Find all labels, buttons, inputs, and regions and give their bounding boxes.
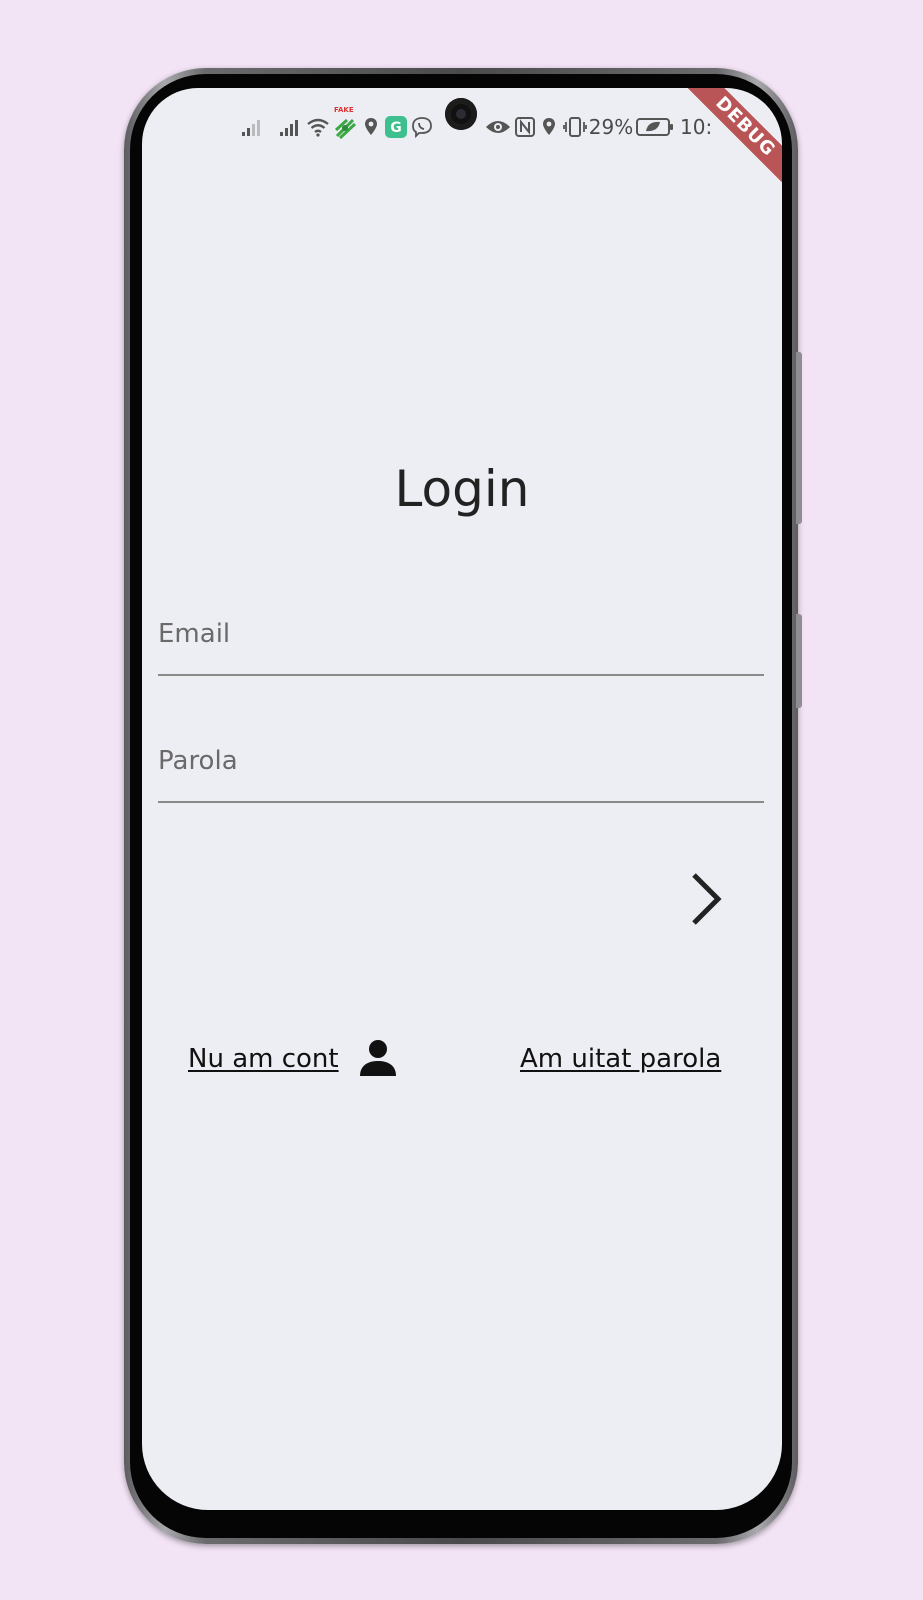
signal-weak-icon <box>240 114 264 140</box>
power-button <box>796 614 802 708</box>
vibrate-icon <box>562 114 588 140</box>
location-icon <box>361 114 381 140</box>
location-icon <box>539 114 559 140</box>
fake-label: FAKE <box>334 106 354 114</box>
grammarly-icon: G <box>384 114 408 140</box>
eye-icon <box>484 114 512 140</box>
svg-text:G: G <box>390 120 402 136</box>
page-title: Login <box>394 460 530 518</box>
submit-login-button[interactable] <box>678 864 734 934</box>
chevron-right-icon <box>692 873 722 925</box>
password-input[interactable] <box>158 741 764 781</box>
phone-screen: FAKE G 29% 10: DEBUG Login Email Nu am c… <box>142 88 782 1510</box>
battery-percent: 29% <box>588 115 634 139</box>
nfc-icon <box>514 114 536 140</box>
viber-icon <box>410 114 434 140</box>
status-time: 10: <box>680 115 713 139</box>
password-field[interactable] <box>158 731 764 803</box>
volume-button <box>796 352 802 524</box>
email-input[interactable] <box>158 614 764 654</box>
no-account-link[interactable]: Nu am cont <box>188 1044 339 1074</box>
signal-icon <box>278 114 302 140</box>
person-icon[interactable] <box>358 1038 398 1078</box>
wifi-icon <box>305 114 331 140</box>
email-field[interactable] <box>158 604 764 676</box>
front-camera <box>445 98 477 130</box>
battery-saver-icon <box>635 114 675 140</box>
forgot-password-link[interactable]: Am uitat parola <box>520 1044 721 1074</box>
fake-gps-icon: FAKE <box>332 106 358 140</box>
